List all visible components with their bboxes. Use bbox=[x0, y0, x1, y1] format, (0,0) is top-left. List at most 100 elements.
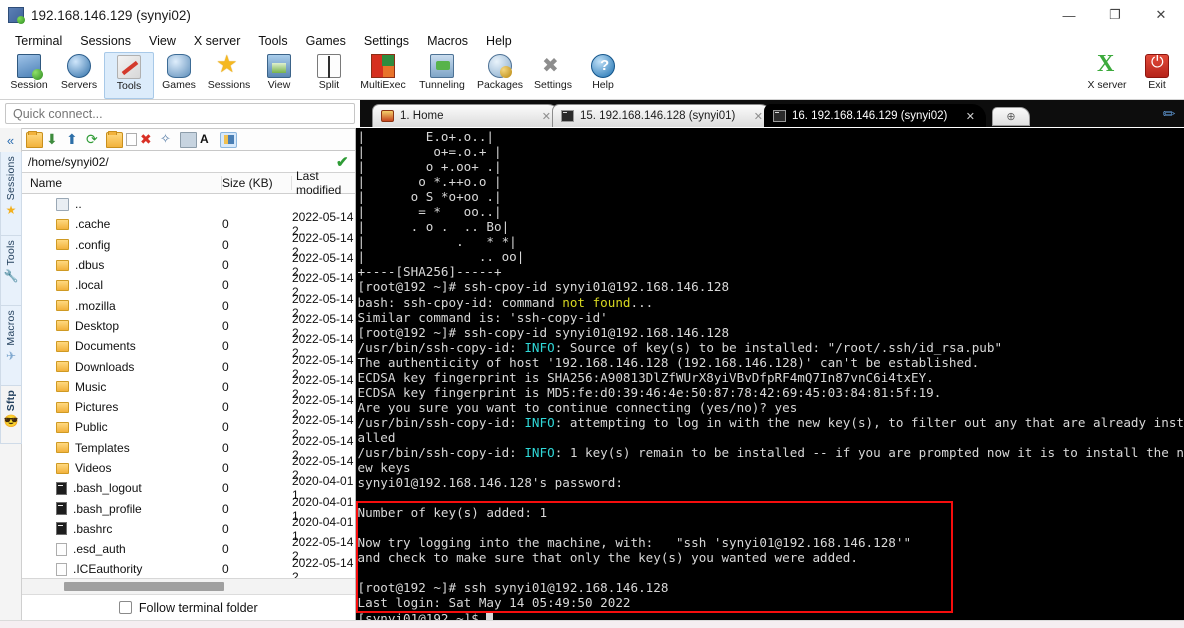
wrench-icon: 🔧 bbox=[3, 268, 19, 283]
edit-pencil-icon[interactable]: ✎ bbox=[1159, 103, 1181, 125]
terminal-line: | o +.oo+ .| bbox=[358, 159, 1184, 174]
close-button[interactable]: ✕ bbox=[1138, 0, 1184, 30]
terminal-text: /usr/bin/ssh-copy-id: bbox=[357, 339, 525, 355]
tab-synyi01[interactable]: 15. 192.168.146.128 (synyi01) ✕ bbox=[552, 104, 774, 127]
sidebar-tab-sessions[interactable]: Sessions ★ bbox=[0, 152, 22, 236]
file-size: 0 bbox=[222, 420, 229, 435]
terminal-line: The authenticity of host '192.168.146.12… bbox=[358, 355, 1184, 370]
collapse-sidebar-button[interactable]: « bbox=[0, 128, 21, 152]
new-tab-button[interactable]: ⊕ bbox=[992, 107, 1030, 126]
terminal-line: /usr/bin/ssh-copy-id: INFO: Source of ke… bbox=[358, 340, 1184, 355]
terminal-icon[interactable] bbox=[180, 131, 197, 148]
toolbar-multiexec[interactable]: MultiExec bbox=[354, 52, 412, 99]
follow-terminal-folder-checkbox[interactable] bbox=[118, 601, 132, 614]
menu-help[interactable]: Help bbox=[477, 32, 521, 50]
tab-close-icon[interactable]: ✕ bbox=[542, 110, 551, 123]
folder-icon bbox=[56, 421, 69, 433]
terminal-text: synyi01@192.168.146.128's password: bbox=[357, 475, 631, 491]
title-bar: 192.168.146.129 (synyi02) — ❐ ✕ bbox=[0, 0, 1184, 30]
terminal-line: Similar command is: 'ssh-copy-id' bbox=[358, 310, 1184, 325]
toolbar-split[interactable]: Split bbox=[304, 52, 354, 99]
terminal-text: Similar command is: 'ssh-copy-id' bbox=[357, 309, 608, 325]
tab-close-icon[interactable]: ✕ bbox=[966, 110, 975, 123]
sidebar-tab-label: Tools bbox=[5, 240, 17, 266]
sidebar-tab-tools[interactable]: Tools 🔧 bbox=[0, 236, 22, 306]
terminal-text: | .. oo| bbox=[357, 249, 525, 265]
file-list-hscrollbar[interactable] bbox=[22, 578, 355, 594]
scrollbar-thumb[interactable] bbox=[64, 582, 224, 591]
download-icon[interactable]: ⬇ bbox=[46, 132, 63, 148]
tab-home[interactable]: 1. Home ✕ bbox=[372, 104, 562, 127]
toolbar-servers[interactable]: Servers bbox=[54, 52, 104, 99]
file-size: 0 bbox=[222, 481, 229, 496]
quick-connect-input[interactable] bbox=[5, 103, 355, 124]
terminal-text: INFO bbox=[524, 444, 555, 460]
terminal-text: alled bbox=[357, 429, 396, 445]
paper-plane-icon: ✈ bbox=[5, 348, 17, 363]
file-size: 0 bbox=[222, 217, 229, 232]
toolbar-sessions[interactable]: Sessions bbox=[204, 50, 254, 99]
maximize-button[interactable]: ❐ bbox=[1092, 0, 1138, 30]
toolbar-xserver[interactable]: X server bbox=[1082, 51, 1132, 99]
terminal-text: /usr/bin/ssh-copy-id: bbox=[357, 414, 525, 430]
sidebar-tab-macros[interactable]: Macros ✈ bbox=[0, 306, 22, 386]
sidebar-tab-label: Sessions bbox=[5, 156, 17, 201]
minimize-button[interactable]: — bbox=[1046, 0, 1092, 30]
toolbar-session[interactable]: Session bbox=[4, 52, 54, 99]
menu-tools[interactable]: Tools bbox=[249, 32, 296, 50]
sidebar-vertical-strip: « Sessions ★ Tools 🔧 Macros ✈ Sftp 😎 bbox=[0, 128, 22, 620]
file-name: Public bbox=[75, 420, 108, 435]
column-header-size[interactable]: Size (KB) bbox=[222, 176, 292, 190]
terminal-line: | o+=.o.+ | bbox=[358, 144, 1184, 159]
toolbar-settings[interactable]: Settings bbox=[528, 52, 578, 99]
text-mode-icon[interactable]: A bbox=[200, 132, 217, 148]
terminal-text: : 1 key(s) remain to be installed -- if … bbox=[554, 444, 1184, 460]
list-view-icon[interactable] bbox=[220, 131, 237, 148]
toolbar-tools[interactable]: Tools bbox=[104, 52, 154, 99]
new-folder-icon[interactable] bbox=[106, 130, 123, 148]
permissions-icon[interactable]: ✧ bbox=[160, 131, 177, 148]
toolbar-label: MultiExec bbox=[360, 79, 406, 91]
file-name: .bash_profile bbox=[73, 501, 142, 516]
column-header-modified[interactable]: Last modified bbox=[292, 169, 355, 197]
terminal-line: Now try logging into the machine, with: … bbox=[358, 535, 1184, 550]
menu-sessions[interactable]: Sessions bbox=[71, 32, 140, 50]
file-name: .config bbox=[75, 237, 111, 252]
terminal-text: | o S *o+oo .| bbox=[357, 189, 502, 205]
current-path[interactable]: /home/synyi02/ bbox=[28, 155, 109, 169]
refresh-icon[interactable]: ⟳ bbox=[86, 132, 103, 148]
terminal-text: | o *.++o.o | bbox=[357, 174, 502, 190]
terminal-line: Number of key(s) added: 1 bbox=[358, 505, 1184, 520]
file-name: .local bbox=[75, 278, 104, 293]
sidebar-tab-label: Macros bbox=[5, 310, 17, 346]
toolbar-label: Exit bbox=[1148, 79, 1166, 91]
folder-icon bbox=[56, 320, 69, 332]
terminal-tab-strip: 1. Home ✕ 15. 192.168.146.128 (synyi01) … bbox=[360, 100, 1184, 127]
tab-close-icon[interactable]: ✕ bbox=[754, 110, 763, 123]
tab-synyi02[interactable]: 16. 192.168.146.129 (synyi02) ✕ bbox=[764, 104, 986, 127]
toolbar-packages[interactable]: Packages bbox=[472, 52, 528, 99]
new-file-icon[interactable] bbox=[126, 133, 137, 146]
upload-icon[interactable]: ⬆ bbox=[66, 132, 83, 148]
menu-macros[interactable]: Macros bbox=[418, 32, 477, 50]
menu-terminal[interactable]: Terminal bbox=[6, 32, 71, 50]
toolbar-view[interactable]: View bbox=[254, 52, 304, 99]
column-header-name[interactable]: Name bbox=[22, 176, 222, 190]
toolbar-help[interactable]: Help bbox=[578, 52, 628, 99]
menu-settings[interactable]: Settings bbox=[355, 32, 418, 50]
delete-icon[interactable]: ✖ bbox=[140, 132, 157, 148]
toolbar-tunneling[interactable]: Tunneling bbox=[412, 52, 472, 99]
menu-games[interactable]: Games bbox=[297, 32, 355, 50]
terminal-text: ECDSA key fingerprint is MD5:fe:d0:39:46… bbox=[357, 384, 942, 400]
menu-xserver[interactable]: X server bbox=[185, 32, 250, 50]
follow-terminal-folder-row[interactable]: Follow terminal folder bbox=[22, 594, 355, 620]
toolbar-label: View bbox=[267, 79, 291, 91]
menu-view[interactable]: View bbox=[140, 32, 185, 50]
open-folder-icon[interactable] bbox=[26, 130, 43, 148]
sidebar-tab-sftp[interactable]: Sftp 😎 bbox=[0, 386, 22, 444]
file-row[interactable]: .ICEauthority 0 2022-05-14 2... bbox=[22, 556, 355, 578]
toolbar-games[interactable]: Games bbox=[154, 52, 204, 99]
terminal-output[interactable]: | E.o+.o..| | o+=.o.+ | | o +.oo+ .| | o *.… bbox=[355, 128, 1184, 620]
toolbar-exit[interactable]: Exit bbox=[1132, 52, 1182, 99]
